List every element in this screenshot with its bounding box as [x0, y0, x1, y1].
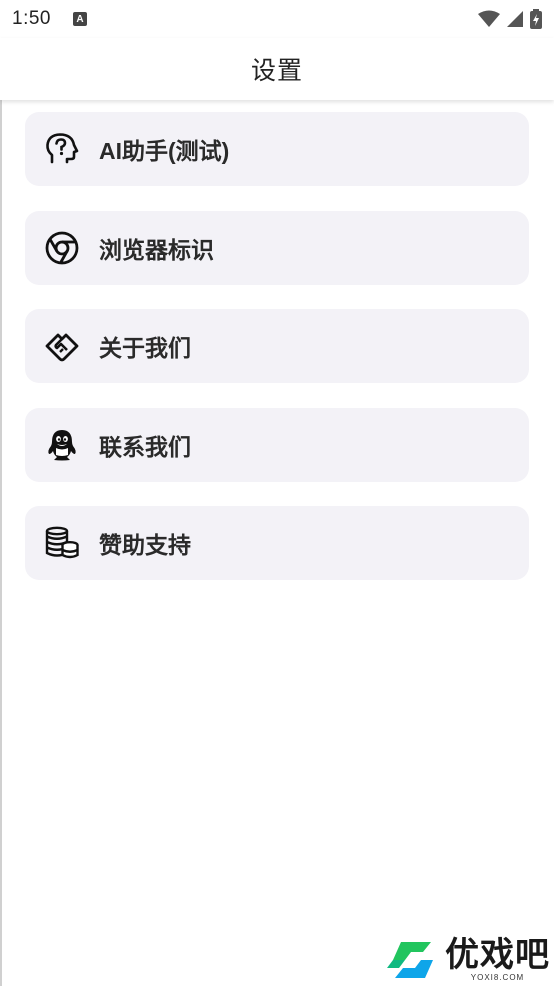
settings-menu: AI助手(测试) 浏览器标识 关于我们 联系我们 赞助支持	[25, 112, 529, 605]
page-title: 设置	[250, 57, 303, 85]
notification-icon: A	[72, 12, 87, 26]
qq-penguin-icon	[43, 426, 81, 464]
wifi-icon	[478, 10, 500, 27]
watermark-domain: YOXI8.COM	[470, 973, 525, 982]
menu-item-label: 赞助支持	[99, 532, 191, 558]
menu-item-about-us[interactable]: 关于我们	[25, 309, 529, 383]
app-bar: 设置	[0, 38, 554, 100]
handshake-icon	[43, 327, 81, 365]
status-time: 1:50	[12, 8, 51, 29]
ai-head-icon	[43, 130, 81, 168]
menu-item-label: 关于我们	[99, 335, 191, 361]
menu-item-sponsor[interactable]: 赞助支持	[25, 506, 529, 580]
watermark-text: 优戏吧 YOXI8.COM	[445, 937, 550, 982]
left-edge-divider	[0, 100, 2, 986]
menu-item-contact-us[interactable]: 联系我们	[25, 407, 529, 482]
watermark-brand: 优戏吧	[445, 936, 550, 974]
battery-icon	[530, 9, 542, 29]
menu-item-label: 浏览器标识	[99, 236, 214, 263]
menu-item-ai-assistant[interactable]: AI助手(测试)	[25, 112, 529, 186]
watermark-logo-icon	[387, 941, 433, 978]
chrome-icon	[43, 229, 81, 267]
status-bar: 1:50 A	[0, 0, 554, 38]
status-icons	[478, 9, 542, 29]
menu-item-browser-ua[interactable]: 浏览器标识	[25, 210, 529, 285]
menu-item-label: 联系我们	[99, 433, 191, 460]
watermark: 优戏吧 YOXI8.COM	[387, 937, 550, 982]
signal-icon	[507, 11, 523, 27]
coins-icon	[43, 524, 81, 562]
menu-item-label: AI助手(测试)	[99, 138, 230, 164]
